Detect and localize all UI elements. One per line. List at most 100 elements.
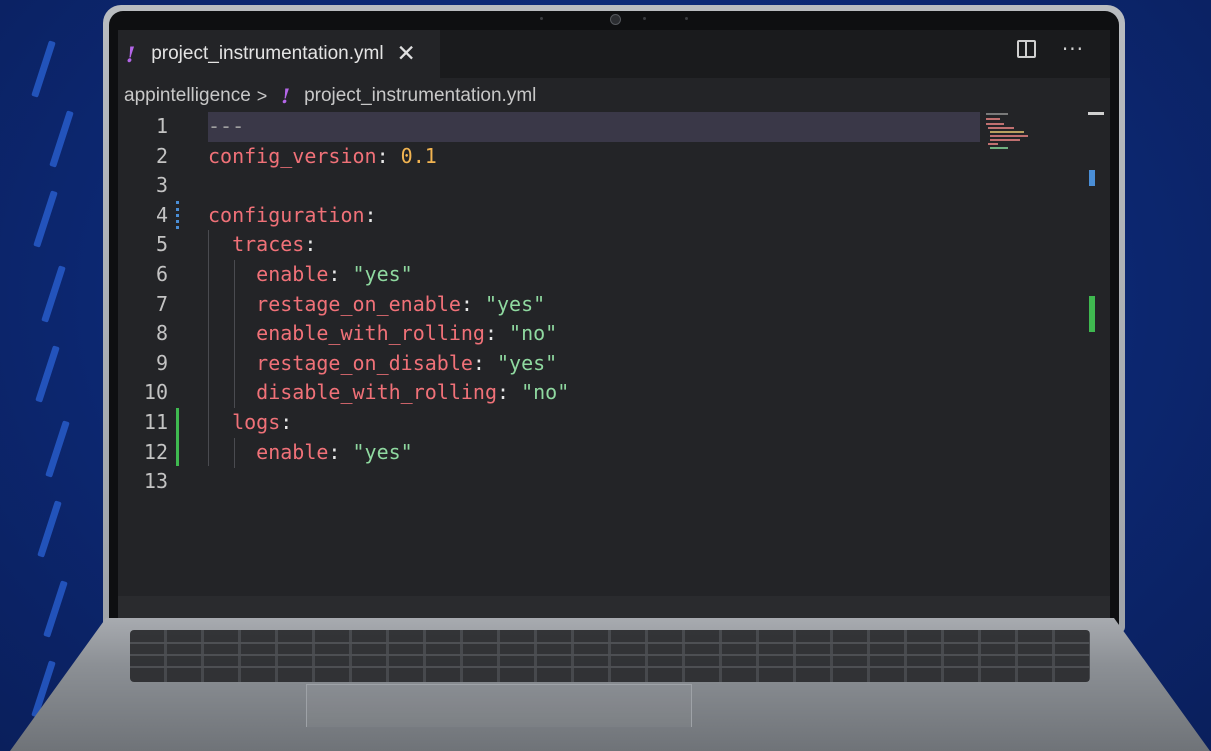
code-token: "no" (521, 380, 570, 405)
close-icon[interactable]: ✕ (397, 42, 416, 66)
code-token: : (460, 291, 485, 316)
code-token: "yes" (484, 291, 546, 316)
code-token: enable (256, 262, 329, 286)
code-token: restage_on_enable (256, 291, 461, 316)
editor-window: ! project_instrumentation.yml ✕ ··· appi… (118, 30, 1110, 596)
background-stripes-right (1121, 0, 1211, 751)
code-token: "no" (509, 321, 558, 346)
touchpad (306, 684, 692, 727)
code-editor[interactable]: 1 --- 2 config_version: 0.1 3 4 configuration:… (118, 112, 1110, 596)
code-line[interactable]: 6 enable: "yes" (118, 260, 988, 290)
overview-modified-marker (1089, 170, 1095, 186)
code-line[interactable]: 4 configuration: (118, 201, 988, 231)
code-text: --- (208, 112, 244, 142)
overview-added-marker (1089, 296, 1095, 332)
code-token: : (376, 143, 401, 168)
code-line[interactable]: 11 logs: (118, 408, 988, 438)
line-number: 5 (155, 232, 168, 257)
code-text: enable: "yes" (208, 260, 413, 290)
yaml-file-icon: ! (126, 41, 136, 67)
code-token: config_version (208, 143, 377, 168)
line-number: 2 (155, 143, 168, 168)
stripe-decoration (45, 420, 70, 478)
code-text: enable: "yes" (208, 438, 413, 468)
line-number: 8 (155, 321, 168, 346)
code-text: configuration: (208, 201, 377, 231)
code-token: configuration (208, 202, 365, 227)
editor-actions: ··· (1016, 39, 1084, 59)
sensor-dot (540, 17, 543, 20)
stripe-decoration (49, 110, 74, 168)
code-text: enable_with_rolling: "no" (208, 319, 557, 349)
code-token: disable_with_rolling (256, 380, 497, 405)
split-editor-icon[interactable] (1016, 40, 1036, 58)
stripe-decoration (41, 265, 66, 323)
code-text: traces: (208, 230, 316, 260)
yaml-file-icon: ! (281, 84, 291, 108)
code-line[interactable]: 10 disable_with_rolling: "no" (118, 378, 988, 408)
tab-project-instrumentation[interactable]: ! project_instrumentation.yml ✕ (118, 30, 440, 78)
code-text: restage_on_enable: "yes" (208, 290, 545, 320)
stripe-decoration (31, 40, 56, 98)
breadcrumb: appintelligence > ! project_instrumentat… (124, 83, 536, 109)
line-number: 1 (155, 114, 168, 138)
line-number: 6 (155, 262, 168, 286)
line-number: 11 (143, 410, 168, 434)
code-token: logs (232, 410, 281, 434)
stripe-decoration (35, 345, 60, 403)
sensor-dot (685, 17, 688, 20)
scrollbar-thumb[interactable] (1088, 112, 1104, 115)
code-token: : (304, 232, 317, 257)
code-token: traces (232, 232, 305, 257)
breadcrumb-folder[interactable]: appintelligence (124, 85, 251, 107)
code-line[interactable]: 8 enable_with_rolling: "no" (118, 319, 988, 349)
code-token: 0.1 (400, 143, 437, 168)
code-line[interactable]: 1 --- (118, 112, 988, 142)
code-line[interactable]: 9 restage_on_disable: "yes" (118, 349, 988, 379)
code-token: : (472, 350, 498, 375)
line-number: 7 (155, 291, 168, 316)
code-token: restage_on_disable (256, 350, 473, 375)
code-token: "yes" (497, 350, 558, 375)
more-actions-icon[interactable]: ··· (1062, 39, 1084, 59)
tab-bar: ! project_instrumentation.yml ✕ ··· (118, 30, 1110, 78)
minimap[interactable] (982, 112, 1042, 152)
code-line[interactable]: 7 restage_on_enable: "yes" (118, 290, 988, 320)
webcam (610, 14, 621, 25)
line-number: 12 (143, 439, 168, 464)
code-token: : (328, 262, 353, 286)
breadcrumb-file[interactable]: project_instrumentation.yml (304, 85, 536, 107)
code-line[interactable]: 3 (118, 171, 988, 201)
code-text: restage_on_disable: "yes" (208, 349, 557, 379)
stripe-decoration (37, 500, 62, 558)
line-number: 10 (143, 380, 168, 405)
code-text: logs: (208, 408, 292, 438)
line-number: 13 (143, 469, 168, 494)
code-token: --- (208, 114, 245, 138)
code-token: : (497, 380, 522, 405)
tab-label: project_instrumentation.yml (151, 43, 384, 64)
code-line[interactable]: 5 traces: (118, 230, 988, 260)
code-token: : (364, 202, 377, 227)
line-number: 3 (155, 173, 168, 198)
code-token: "yes" (352, 439, 413, 464)
code-line[interactable]: 13 (118, 467, 988, 497)
code-line[interactable]: 12 enable: "yes" (118, 438, 988, 468)
stripe-decoration (43, 580, 68, 638)
sensor-dot (643, 17, 646, 20)
chevron-right-icon: > (256, 85, 268, 106)
code-text: config_version: 0.1 (208, 142, 437, 172)
code-text: disable_with_rolling: "no" (208, 378, 569, 408)
keyboard (130, 630, 1090, 682)
code-line[interactable]: 2 config_version: 0.1 (118, 142, 988, 172)
line-number: 4 (155, 202, 168, 227)
code-token: : (328, 439, 353, 464)
